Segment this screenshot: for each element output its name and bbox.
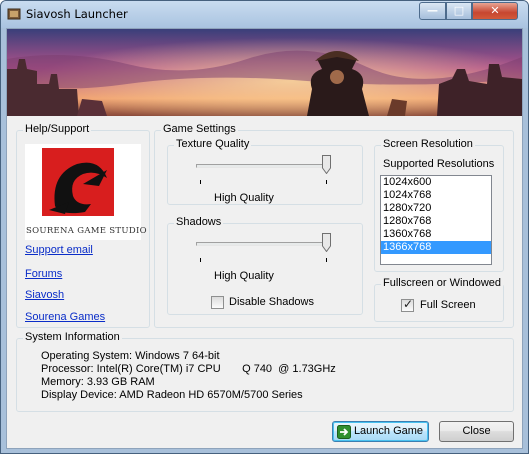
processor-info: Processor: Intel(R) Core(TM) i7 CPU Q 74… [41, 363, 336, 375]
close-icon: ✕ [490, 4, 500, 17]
sourena-games-link[interactable]: Sourena Games [25, 311, 105, 323]
texture-quality-legend: Texture Quality [174, 138, 252, 150]
launcher-window: Siavosh Launcher — □ ✕ Help/Support SOUR… [0, 0, 529, 454]
title-bar[interactable]: Siavosh Launcher — □ ✕ [1, 1, 528, 28]
close-button[interactable]: Close [439, 421, 514, 442]
texture-quality-slider-thumb[interactable] [322, 155, 331, 174]
close-window-button[interactable]: ✕ [472, 2, 518, 20]
system-information-group: System Information Operating System: Win… [16, 331, 514, 412]
shadows-tick-max [326, 258, 327, 262]
disable-shadows-label[interactable]: Disable Shadows [229, 296, 314, 308]
minimize-icon: — [427, 4, 438, 17]
help-support-group: Help/Support SOURENA GAME STUDIO Support… [16, 123, 150, 328]
resolution-option[interactable]: 1280x720 [381, 202, 491, 215]
system-information-legend: System Information [23, 331, 122, 343]
shadows-slider[interactable] [196, 242, 328, 246]
full-screen-label[interactable]: Full Screen [420, 299, 476, 311]
maximize-button[interactable]: □ [446, 2, 472, 20]
client-area: Help/Support SOURENA GAME STUDIO Support… [6, 28, 523, 449]
launch-game-button[interactable]: Launch Game [332, 421, 429, 442]
shadows-group: Shadows High Quality Disable Shadows [167, 216, 363, 315]
texture-quality-slider[interactable] [196, 164, 328, 168]
window-title: Siavosh Launcher [26, 7, 128, 21]
fullscreen-legend: Fullscreen or Windowed [381, 277, 503, 289]
launch-arrow-icon [337, 425, 351, 439]
resolution-option[interactable]: 1360x768 [381, 228, 491, 241]
os-info: Operating System: Windows 7 64-bit [41, 350, 220, 362]
supported-resolutions-label: Supported Resolutions [383, 158, 495, 170]
logo-text: SOURENA GAME STUDIO [26, 226, 147, 236]
resolution-option-selected[interactable]: 1366x768 [381, 241, 491, 254]
app-icon [7, 8, 21, 20]
disable-shadows-checkbox[interactable] [211, 296, 224, 309]
launch-game-label: Launch Game [353, 425, 424, 437]
shadows-quality-value: High Quality [214, 270, 274, 282]
screen-resolution-legend: Screen Resolution [381, 138, 475, 150]
forums-link[interactable]: Forums [25, 268, 62, 280]
game-settings-legend: Game Settings [161, 123, 238, 135]
siavosh-link[interactable]: Siavosh [25, 289, 64, 301]
support-email-link[interactable]: Support email [25, 244, 93, 256]
shadows-legend: Shadows [174, 216, 224, 228]
resolution-option[interactable]: 1024x600 [381, 176, 491, 189]
shadows-tick-min [200, 258, 201, 262]
resolution-option[interactable]: 1024x768 [381, 189, 491, 202]
full-screen-checkbox[interactable] [401, 297, 414, 312]
game-settings-group: Game Settings Texture Quality High Quali… [154, 123, 514, 328]
texture-tick-max [326, 180, 327, 184]
texture-quality-value: High Quality [214, 192, 274, 204]
maximize-icon: □ [453, 4, 465, 17]
screen-resolution-group: Screen Resolution Supported Resolutions … [374, 138, 504, 272]
shadows-slider-thumb[interactable] [322, 233, 331, 252]
texture-tick-min [200, 180, 201, 184]
display-device-info: Display Device: AMD Radeon HD 6570M/5700… [41, 389, 303, 401]
game-banner-image [7, 29, 522, 116]
fullscreen-group: Fullscreen or Windowed Full Screen [374, 277, 504, 322]
minimize-button[interactable]: — [419, 2, 446, 20]
resolution-listbox[interactable]: 1024x600 1024x768 1280x720 1280x768 1360… [380, 175, 492, 265]
texture-quality-group: Texture Quality High Quality [167, 138, 363, 205]
resolution-option[interactable]: 1280x768 [381, 215, 491, 228]
memory-info: Memory: 3.93 GB RAM [41, 376, 155, 388]
help-support-legend: Help/Support [23, 123, 92, 135]
close-label: Close [462, 425, 491, 437]
